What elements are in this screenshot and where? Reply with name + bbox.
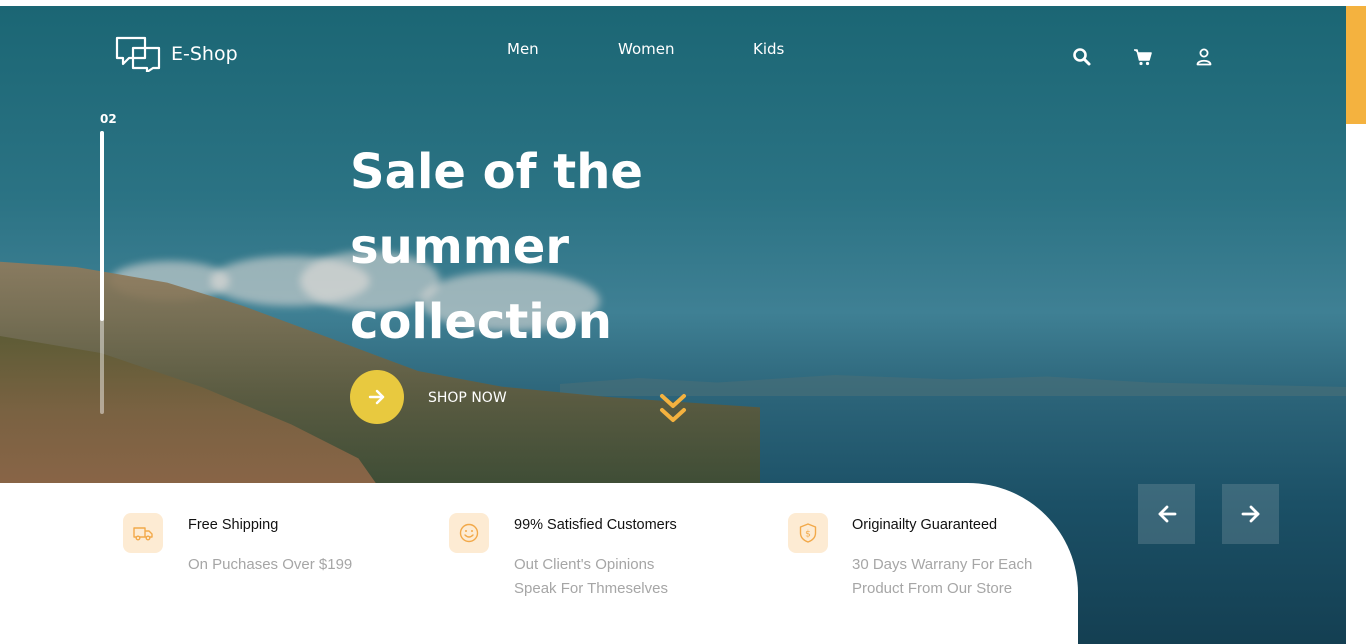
slider-next-button[interactable] — [1222, 484, 1279, 544]
hero-headline: Sale of the summer collection — [350, 135, 770, 360]
nav-item-kids[interactable]: Kids — [753, 40, 784, 58]
scrollbar-thumb[interactable] — [1346, 6, 1366, 124]
headline-line: summer — [350, 219, 569, 275]
chat-bubbles-icon — [115, 36, 161, 72]
slider-prev-button[interactable] — [1138, 484, 1195, 544]
feature-desc-line: 30 Days Warrany For Each — [852, 556, 1033, 573]
scrollbar-track[interactable] — [1346, 124, 1366, 644]
nav-item-men[interactable]: Men — [507, 40, 539, 58]
cart-icon[interactable] — [1132, 46, 1154, 68]
feature-title: Originailty Guaranteed — [852, 517, 998, 533]
slide-number: 02 — [100, 112, 117, 126]
feature-desc-line: Out Client's Opinions — [514, 556, 655, 573]
feature-icon-box — [123, 513, 163, 553]
feature-description: 30 Days Warrany For Each Product From Ou… — [852, 553, 1032, 601]
feature-title: Free Shipping — [188, 517, 279, 533]
feature-desc-line: Product From Our Store — [852, 580, 1013, 597]
feature-title: 99% Satisfied Customers — [514, 517, 677, 533]
shield-dollar-icon: $ — [799, 523, 817, 543]
arrow-right-icon — [1241, 505, 1259, 523]
truck-icon — [133, 527, 153, 541]
arrow-right-icon — [368, 389, 385, 405]
feature-icon-box — [449, 513, 489, 553]
brand-name: E-Shop — [171, 43, 238, 65]
feature-desc-line: On Puchases Over $199 — [188, 556, 353, 573]
features-panel: Free Shipping On Puchases Over $199 99% … — [0, 483, 1078, 644]
search-icon[interactable] — [1071, 46, 1093, 68]
headline-line: collection — [350, 294, 612, 350]
shop-now-button[interactable] — [350, 370, 404, 424]
feature-icon-box: $ — [788, 513, 828, 553]
user-icon[interactable] — [1193, 46, 1215, 68]
smile-icon — [459, 523, 479, 543]
nav-item-women[interactable]: Women — [618, 40, 674, 58]
double-chevron-down-icon[interactable] — [659, 393, 687, 427]
feature-description: On Puchases Over $199 — [188, 553, 352, 577]
feature-description: Out Client's Opinions Speak For Thmeselv… — [514, 553, 668, 601]
slide-progress-fill — [100, 131, 104, 321]
arrow-left-icon — [1158, 505, 1176, 523]
svg-text:$: $ — [805, 530, 811, 540]
slide-progress-track — [100, 131, 104, 414]
brand-logo[interactable]: E-Shop — [115, 36, 238, 72]
shop-now-label[interactable]: SHOP NOW — [428, 390, 507, 406]
headline-line: Sale of the — [350, 144, 643, 200]
far-ridge — [560, 375, 1346, 396]
feature-desc-line: Speak For Thmeselves — [514, 580, 668, 597]
